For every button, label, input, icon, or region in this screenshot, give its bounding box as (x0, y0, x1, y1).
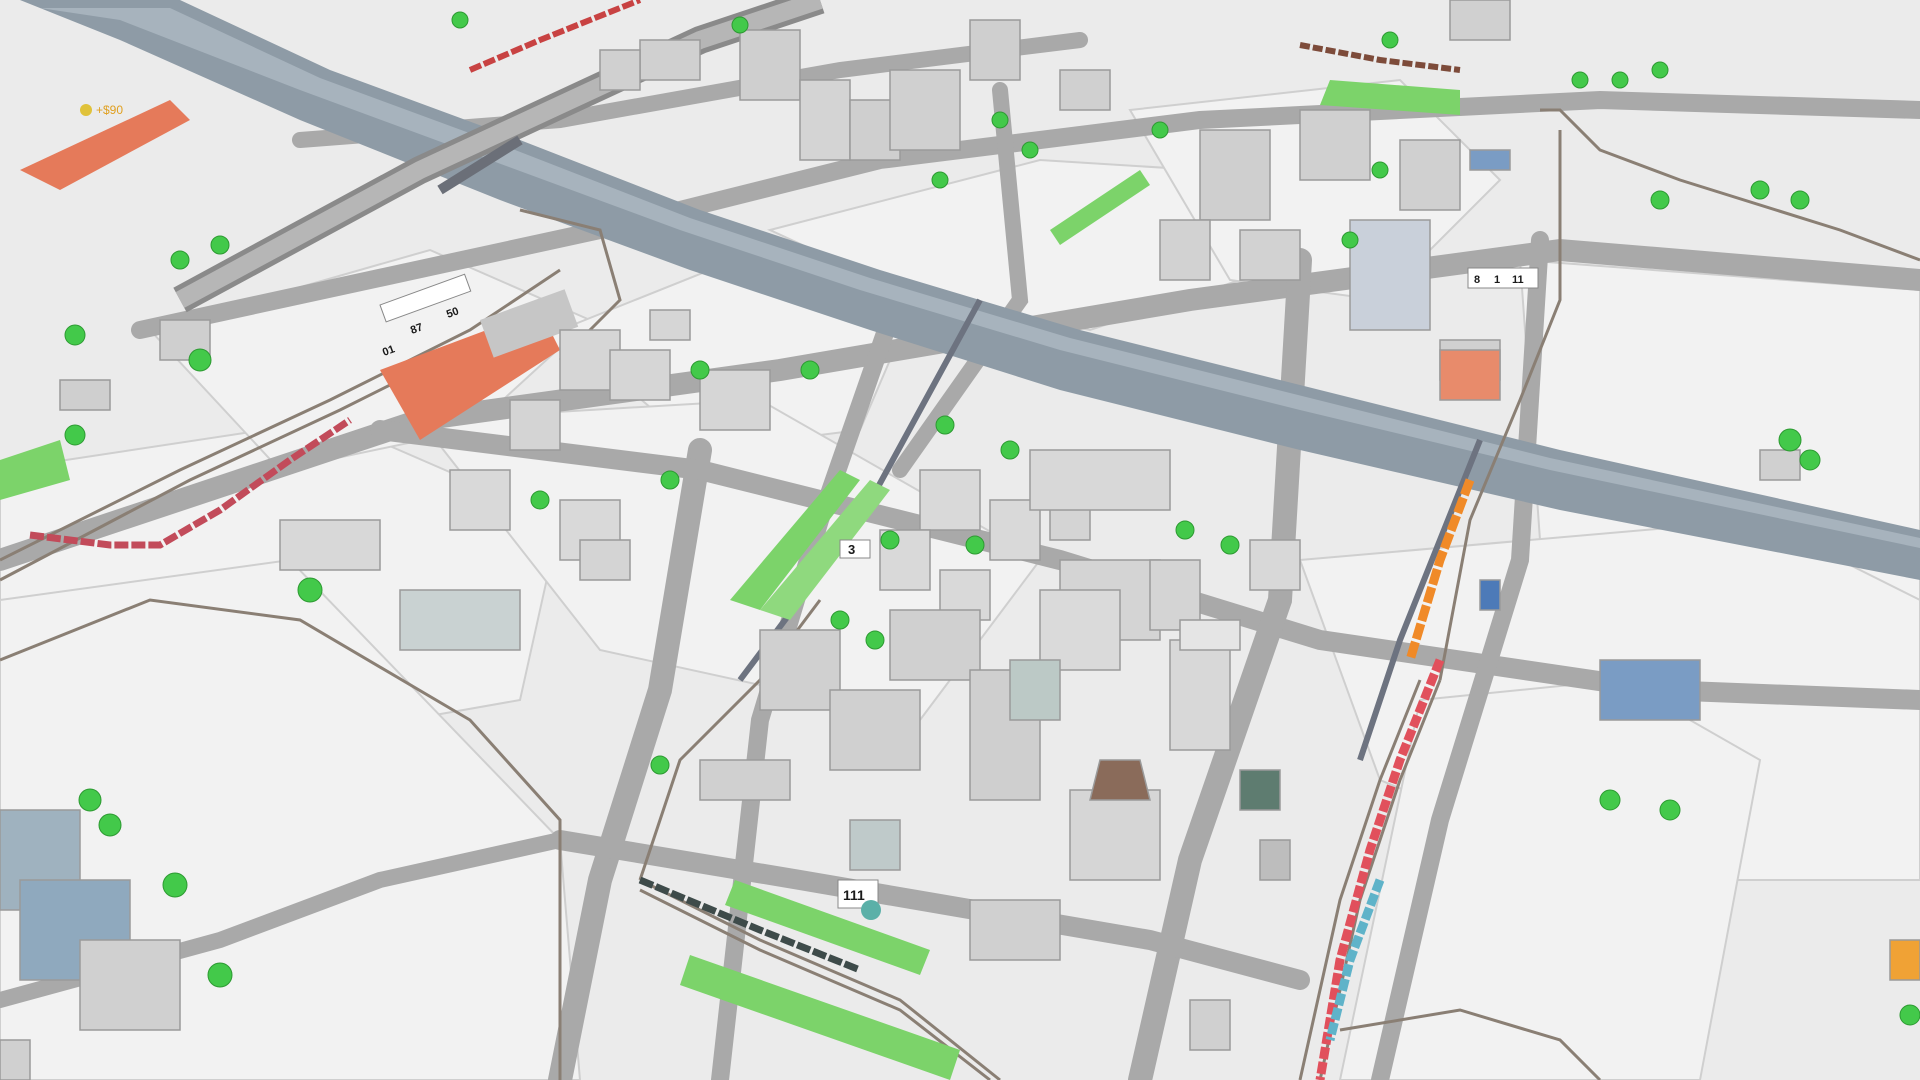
money-popup: +$90 (80, 103, 123, 117)
station-label-central[interactable]: 3 (840, 540, 870, 558)
money-indicator: +$90 (96, 103, 123, 117)
station-label-east[interactable]: 8 1 11 (1468, 268, 1538, 288)
station-status-icon (861, 900, 881, 920)
coin-icon (80, 104, 92, 116)
station-label-central-text: 3 (848, 542, 855, 557)
game-viewport[interactable]: 3 111 8 1 11 01 87 50 +$90 (0, 0, 1920, 1080)
station-label-east-a: 8 (1474, 274, 1480, 286)
station-label-east-c: 11 (1512, 274, 1524, 286)
station-label-east-b: 1 (1494, 274, 1500, 286)
station-label-south-text: 111 (843, 887, 865, 903)
